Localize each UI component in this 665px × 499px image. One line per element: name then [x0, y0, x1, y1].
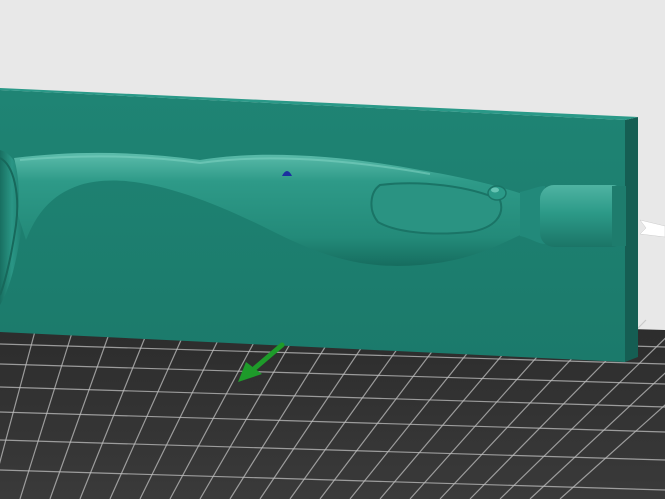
- 3d-viewport[interactable]: [0, 0, 665, 499]
- lure-eye-highlight: [491, 187, 499, 193]
- mold-side-face: [625, 117, 638, 362]
- lure-sprue-plug-end: [612, 186, 626, 246]
